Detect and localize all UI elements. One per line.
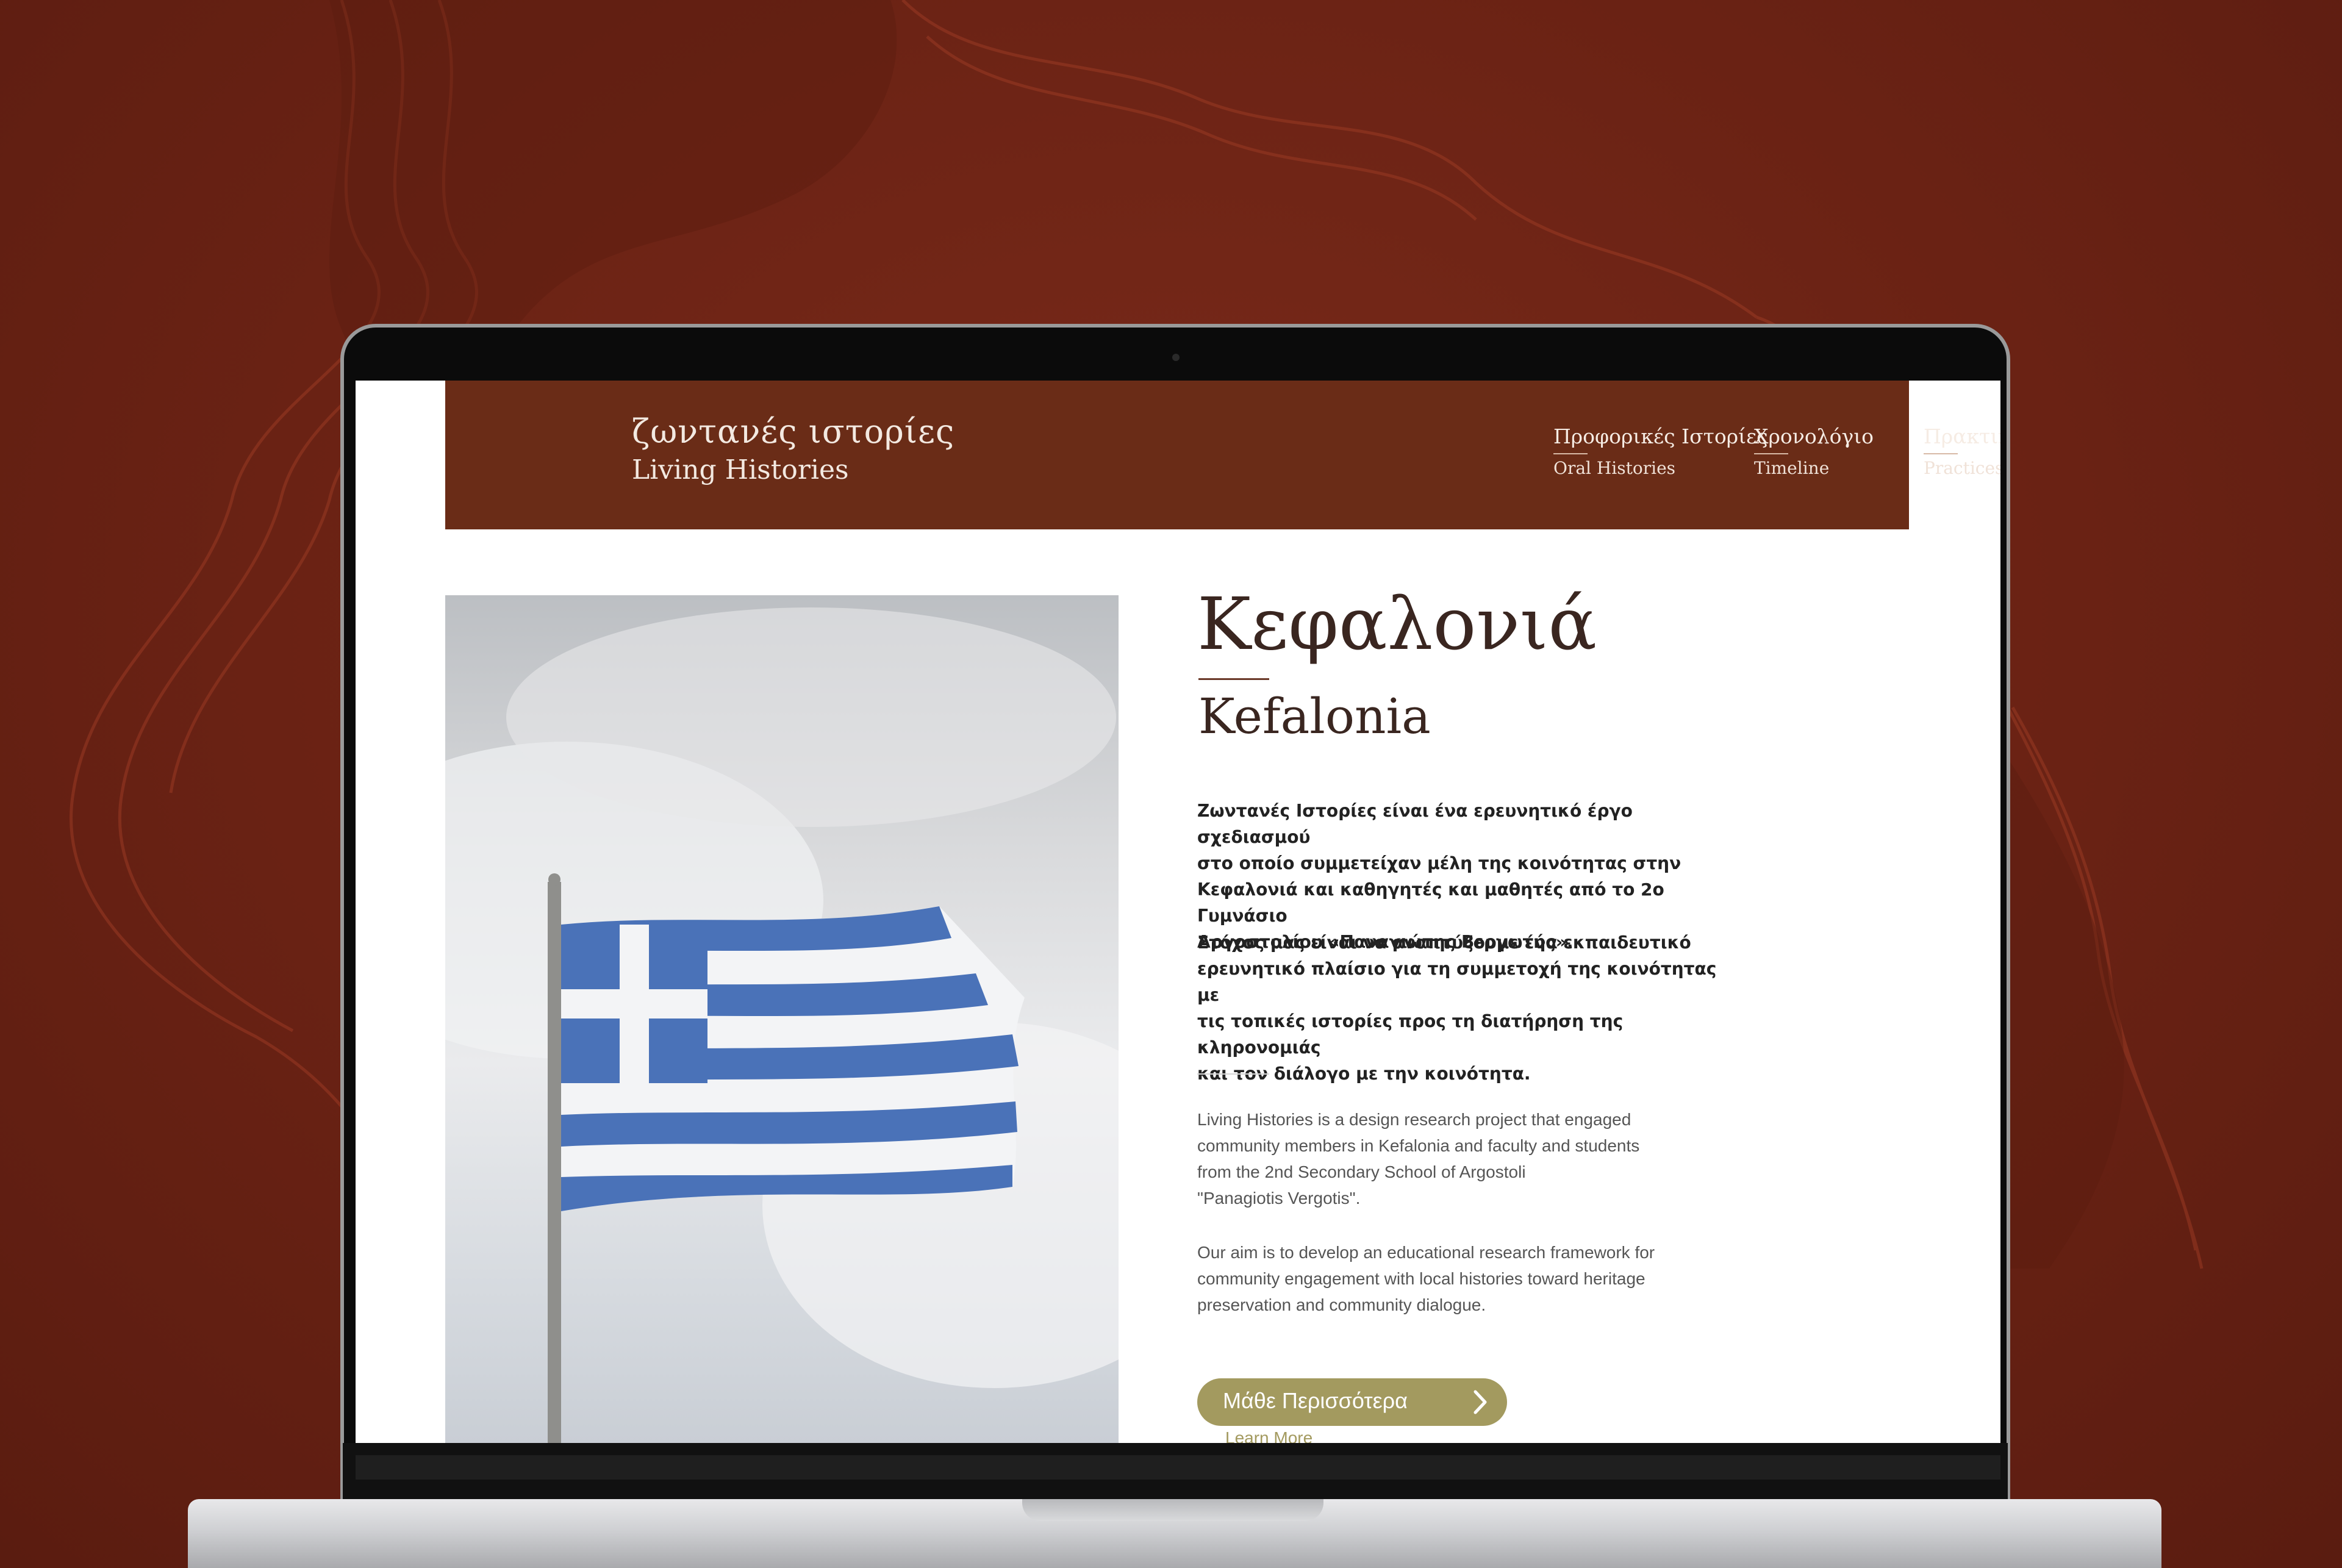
nav-label-english: Oral Histories xyxy=(1553,458,1676,478)
text-line: community members in Kefalonia and facul… xyxy=(1197,1136,1640,1155)
nav-label-greek: Πρακτικές xyxy=(1924,424,2000,448)
site-logo[interactable]: ζωντανές ιστορίες Living Histories xyxy=(632,412,954,485)
nav-item-practices[interactable]: Πρακτικές Practices xyxy=(1924,424,2000,478)
text-line: "Panagiotis Vergotis". xyxy=(1197,1189,1361,1208)
nav-separator xyxy=(1553,453,1588,454)
text-line: community engagement with local historie… xyxy=(1197,1269,1645,1288)
learn-more-label: Μάθε Περισσότερα xyxy=(1223,1388,1408,1413)
text-line: στο οποίο συμμετείχαν μέλη της κοινότητα… xyxy=(1197,853,1681,873)
nav-label-greek: Χρονολόγιο xyxy=(1754,424,1874,448)
page-title-greek: Κεφαλονιά xyxy=(1197,582,1597,666)
text-line: from the 2nd Secondary School of Argosto… xyxy=(1197,1162,1526,1181)
text-line: Ζωντανές Ιστορίες είναι ένα ερευνητικό έ… xyxy=(1197,801,1633,847)
intro-paragraph-greek-2: Στόχος μας είναι να αναπτύξουμε ένα εκπα… xyxy=(1197,929,1722,1087)
text-line: ερευνητικό πλαίσιο για τη συμμετοχή της … xyxy=(1197,959,1717,1005)
text-line: Our aim is to develop an educational res… xyxy=(1197,1243,1655,1262)
laptop-opening-notch xyxy=(1022,1499,1323,1521)
text-line: Κεφαλονιά και καθηγητές και μαθητές από … xyxy=(1197,879,1664,926)
nav-item-oral-histories[interactable]: Προφορικές Ιστορίες Oral Histories xyxy=(1553,424,1768,478)
bezel-strip xyxy=(356,1455,2000,1480)
webcam-icon xyxy=(1172,354,1180,361)
text-line: και τον διάλογο με την κοινότητα. xyxy=(1197,1064,1531,1084)
nav-separator xyxy=(1924,453,1958,454)
nav-label-english: Practices xyxy=(1924,458,2000,478)
nav-label-english: Timeline xyxy=(1754,458,1830,478)
nav-label-greek: Προφορικές Ιστορίες xyxy=(1553,424,1768,448)
nav-separator xyxy=(1754,453,1788,454)
site-header: ζωντανές ιστορίες Living Histories Προφο… xyxy=(445,381,2000,529)
title-divider xyxy=(1198,678,1269,680)
text-line: preservation and community dialogue. xyxy=(1197,1295,1486,1314)
logo-english: Living Histories xyxy=(632,454,849,485)
intro-paragraph-english-2: Our aim is to develop an educational res… xyxy=(1197,1239,1722,1318)
text-line: τις τοπικές ιστορίες προς τη διατήρηση τ… xyxy=(1197,1011,1624,1058)
section-divider xyxy=(1197,1073,1269,1075)
learn-more-button[interactable]: Μάθε Περισσότερα xyxy=(1197,1378,1507,1426)
learn-more-sublabel[interactable]: Learn More xyxy=(1225,1428,1312,1443)
nav-item-timeline[interactable]: Χρονολόγιο Timeline xyxy=(1754,424,1874,478)
intro-paragraph-english-1: Living Histories is a design research pr… xyxy=(1197,1106,1722,1211)
greek-flag-photo xyxy=(445,595,1119,1443)
text-line: Στόχος μας είναι να αναπτύξουμε ένα εκπα… xyxy=(1197,933,1691,953)
logo-greek: ζωντανές ιστορίες xyxy=(632,412,955,451)
chevron-right-icon xyxy=(1474,1390,1487,1414)
website-viewport[interactable]: ζωντανές ιστορίες Living Histories Προφο… xyxy=(356,381,2000,1443)
page-title-english: Kefalonia xyxy=(1198,688,1431,745)
text-line: Living Histories is a design research pr… xyxy=(1197,1110,1631,1129)
flag-illustration xyxy=(445,607,1119,1443)
